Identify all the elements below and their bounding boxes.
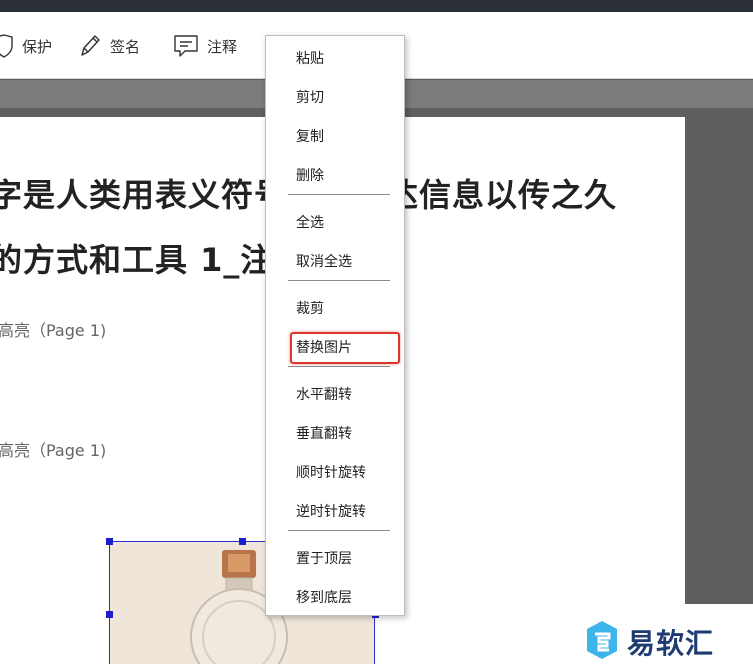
resize-handle-top[interactable] bbox=[239, 538, 246, 545]
sign-button[interactable]: 签名 bbox=[78, 32, 140, 60]
menu-item-crop[interactable]: 裁剪 bbox=[296, 298, 324, 318]
watermark-text: 易软汇 bbox=[627, 626, 715, 660]
menu-item-send-to-back[interactable]: 移到底层 bbox=[296, 587, 352, 607]
menu-separator bbox=[288, 194, 390, 195]
menu-item-rotate-counterclockwise[interactable]: 逆时针旋转 bbox=[296, 501, 366, 521]
menu-separator bbox=[288, 366, 390, 367]
menu-item-cut[interactable]: 剪切 bbox=[296, 87, 324, 107]
menu-item-paste[interactable]: 粘贴 bbox=[296, 48, 324, 68]
resize-handle-top-left[interactable] bbox=[106, 538, 113, 545]
highlight-annotation-1[interactable]: 高亮（Page 1) bbox=[0, 317, 106, 341]
pen-icon bbox=[78, 33, 102, 59]
comment-icon bbox=[173, 33, 199, 59]
protect-button[interactable]: 保护 bbox=[0, 32, 52, 60]
document-heading-line-2: 的方式和工具 1_注释 bbox=[0, 241, 307, 279]
sign-label: 签名 bbox=[110, 37, 141, 56]
highlight-annotation-2[interactable]: 高亮（Page 1) bbox=[0, 437, 106, 461]
annotate-button[interactable]: 注释 bbox=[173, 32, 237, 60]
shield-icon bbox=[0, 34, 14, 58]
menu-item-copy[interactable]: 复制 bbox=[296, 126, 324, 146]
context-menu: 粘贴 剪切 复制 删除 全选 取消全选 裁剪 替换图片 水平翻转 垂直翻转 顺时… bbox=[265, 35, 405, 616]
menu-item-bring-to-front[interactable]: 置于顶层 bbox=[296, 548, 352, 568]
menu-separator bbox=[288, 530, 390, 531]
resize-handle-left[interactable] bbox=[106, 611, 113, 618]
menu-item-flip-vertical[interactable]: 垂直翻转 bbox=[296, 423, 352, 443]
menu-item-flip-horizontal[interactable]: 水平翻转 bbox=[296, 384, 352, 404]
protect-label: 保护 bbox=[22, 37, 53, 56]
logo-icon bbox=[585, 620, 619, 664]
menu-item-rotate-clockwise[interactable]: 顺时针旋转 bbox=[296, 462, 366, 482]
menu-item-replace-image[interactable]: 替换图片 bbox=[296, 337, 352, 357]
window-title-bar bbox=[0, 0, 753, 12]
annotate-label: 注释 bbox=[207, 37, 238, 56]
menu-separator bbox=[288, 280, 390, 281]
menu-item-deselect-all[interactable]: 取消全选 bbox=[296, 251, 352, 271]
menu-item-select-all[interactable]: 全选 bbox=[296, 212, 324, 232]
menu-item-delete[interactable]: 删除 bbox=[296, 165, 324, 185]
watermark-logo: 易软汇 bbox=[585, 619, 753, 664]
